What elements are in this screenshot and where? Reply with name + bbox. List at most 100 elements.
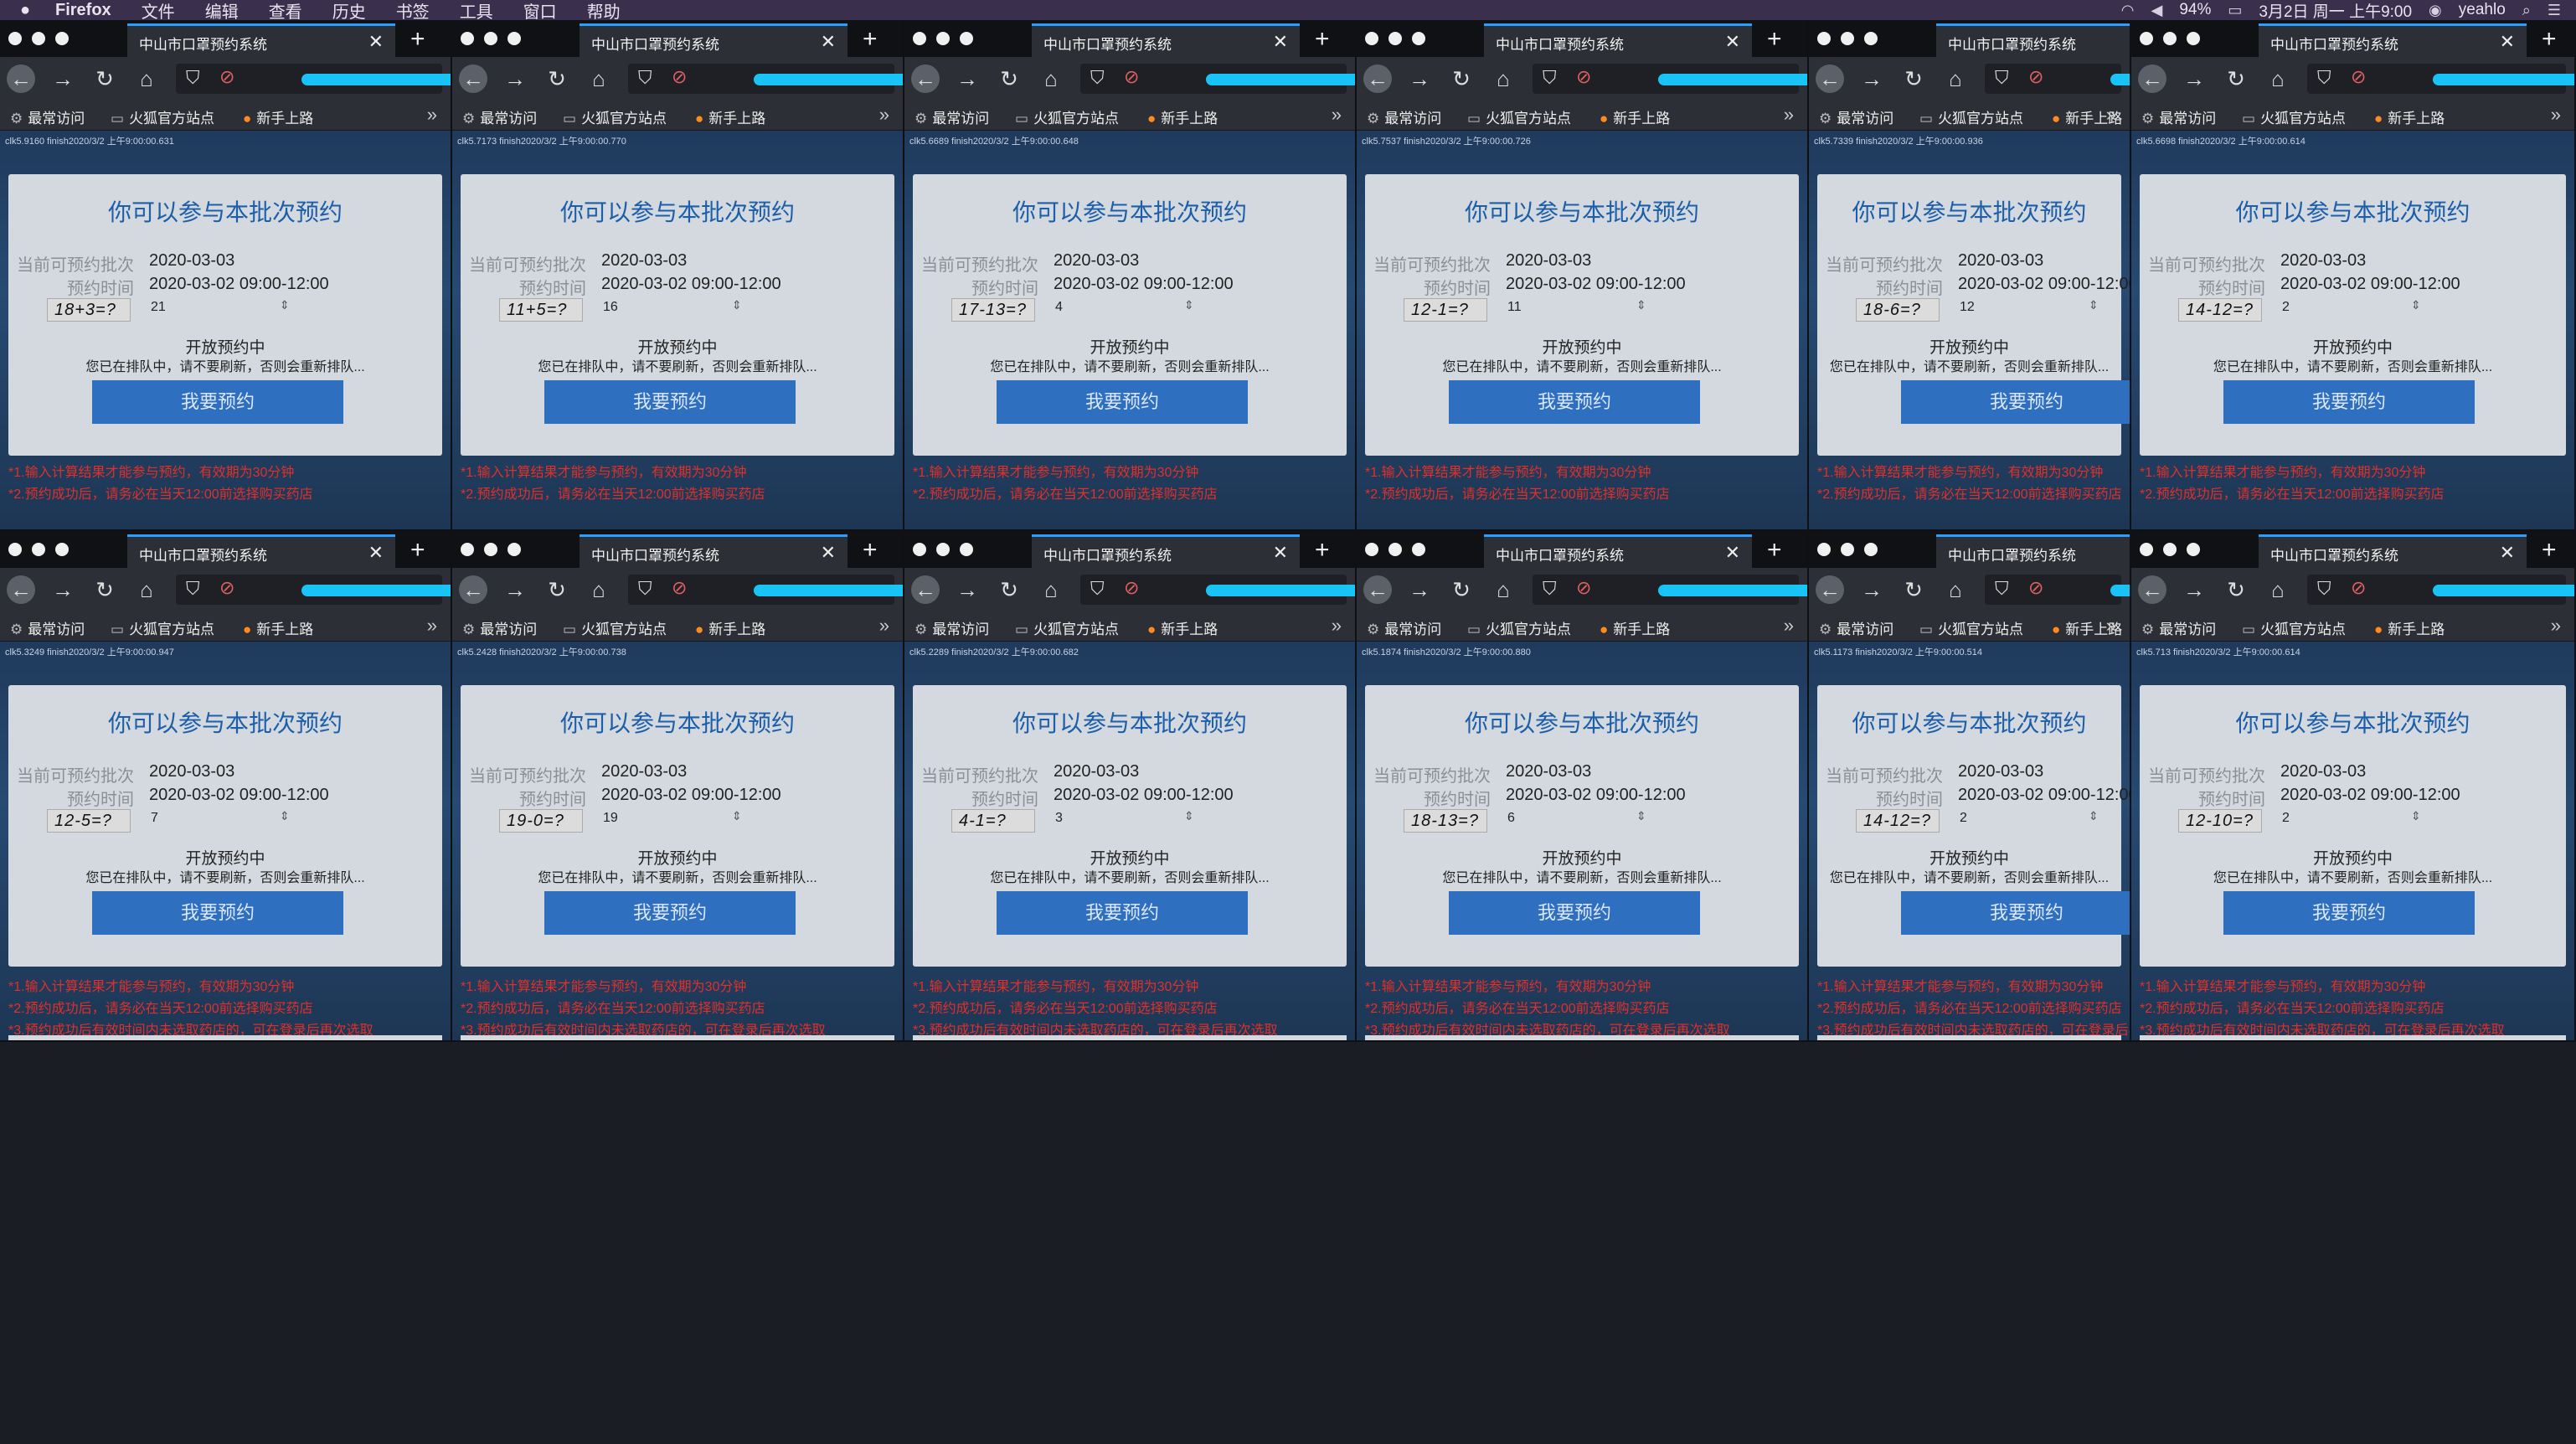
- reload-button[interactable]: ↻: [543, 64, 571, 93]
- reserve-button[interactable]: 我要预约: [1449, 891, 1700, 935]
- bookmark-most-visited[interactable]: ⚙ 最常访问: [914, 617, 989, 638]
- reserve-button[interactable]: 我要预约: [997, 380, 1248, 424]
- new-tab-button[interactable]: +: [410, 25, 425, 54]
- tab-active[interactable]: 中山市口罩预约系统✕: [1936, 23, 2130, 57]
- home-button[interactable]: ⌂: [1489, 575, 1517, 604]
- back-button[interactable]: ←: [7, 64, 35, 93]
- zoom-window-icon[interactable]: [55, 543, 69, 556]
- bookmark-most-visited[interactable]: ⚙ 最常访问: [10, 617, 85, 638]
- menu-help[interactable]: 帮助: [572, 0, 636, 23]
- menu-history[interactable]: 历史: [317, 0, 381, 23]
- bookmark-getting-started[interactable]: ● 新手上路: [1600, 617, 1670, 638]
- back-button[interactable]: ←: [459, 64, 487, 93]
- zoom-window-icon[interactable]: [960, 32, 973, 45]
- bookmark-firefox-official[interactable]: ▭ 火狐官方站点: [1015, 617, 1119, 638]
- minimize-window-icon[interactable]: [32, 543, 45, 556]
- address-bar[interactable]: ⛉ ⊘: [628, 64, 903, 94]
- bookmark-firefox-official[interactable]: ▭ 火狐官方站点: [111, 617, 214, 638]
- reserve-button[interactable]: 我要预约: [1901, 380, 2130, 424]
- forward-button[interactable]: →: [1405, 64, 1434, 93]
- new-tab-button[interactable]: +: [2542, 25, 2557, 54]
- back-button[interactable]: ←: [1363, 64, 1392, 93]
- bookmark-firefox-official[interactable]: ▭ 火狐官方站点: [1919, 106, 2023, 127]
- tracking-shield-icon[interactable]: ⛉: [1995, 67, 2009, 89]
- tab-active[interactable]: 中山市口罩预约系统✕: [1484, 534, 1752, 568]
- bookmark-getting-started[interactable]: ● 新手上路: [243, 106, 313, 127]
- bookmark-most-visited[interactable]: ⚙ 最常访问: [2141, 617, 2216, 638]
- home-button[interactable]: ⌂: [1037, 64, 1065, 93]
- tab-close-icon[interactable]: ✕: [1273, 542, 1288, 564]
- back-button[interactable]: ←: [2138, 64, 2166, 93]
- battery-icon[interactable]: ▭: [2228, 2, 2242, 19]
- captcha-answer-input[interactable]: 16: [603, 300, 618, 315]
- reload-button[interactable]: ↻: [995, 575, 1023, 604]
- back-button[interactable]: ←: [2138, 575, 2166, 604]
- home-button[interactable]: ⌂: [585, 64, 613, 93]
- permission-blocked-icon[interactable]: ⊘: [2351, 66, 2366, 88]
- menu-file[interactable]: 文件: [126, 0, 190, 23]
- bookmark-firefox-official[interactable]: ▭ 火狐官方站点: [563, 106, 667, 127]
- new-tab-button[interactable]: +: [1767, 536, 1782, 565]
- bookmarks-overflow-icon[interactable]: »: [427, 615, 437, 637]
- bookmarks-overflow-icon[interactable]: »: [2106, 615, 2116, 637]
- forward-button[interactable]: →: [1405, 575, 1434, 604]
- bookmark-getting-started[interactable]: ● 新手上路: [243, 617, 313, 638]
- close-window-icon[interactable]: [8, 32, 22, 45]
- captcha-answer-input[interactable]: 2: [2282, 300, 2290, 315]
- address-bar[interactable]: ⛉ ⊘: [1533, 64, 1807, 94]
- permission-blocked-icon[interactable]: ⊘: [672, 577, 687, 599]
- back-button[interactable]: ←: [7, 575, 35, 604]
- reserve-button[interactable]: 我要预约: [92, 891, 343, 935]
- volume-icon[interactable]: ◀: [2151, 2, 2162, 19]
- stepper-icon[interactable]: ⇕: [732, 298, 742, 312]
- address-bar[interactable]: ⛉ ⊘: [1080, 64, 1355, 94]
- zoom-window-icon[interactable]: [1412, 32, 1425, 45]
- tracking-shield-icon[interactable]: ⛉: [638, 67, 652, 89]
- new-tab-button[interactable]: +: [1767, 25, 1782, 54]
- minimize-window-icon[interactable]: [1841, 543, 1854, 556]
- reload-button[interactable]: ↻: [90, 64, 119, 93]
- tab-active[interactable]: 中山市口罩预约系统✕: [580, 534, 848, 568]
- bookmarks-overflow-icon[interactable]: »: [1784, 615, 1794, 637]
- tab-active[interactable]: 中山市口罩预约系统✕: [127, 534, 395, 568]
- user-icon[interactable]: ◉: [2429, 2, 2442, 19]
- menu-view[interactable]: 查看: [254, 0, 317, 23]
- menu-tools[interactable]: 工具: [445, 0, 508, 23]
- reserve-button[interactable]: 我要预约: [544, 891, 796, 935]
- reserve-button[interactable]: 我要预约: [2223, 380, 2475, 424]
- menu-firefox[interactable]: Firefox: [40, 1, 126, 20]
- close-window-icon[interactable]: [1817, 543, 1831, 556]
- bookmark-getting-started[interactable]: ● 新手上路: [1600, 106, 1670, 127]
- bookmarks-overflow-icon[interactable]: »: [2106, 104, 2116, 126]
- bookmark-firefox-official[interactable]: ▭ 火狐官方站点: [111, 106, 214, 127]
- reload-button[interactable]: ↻: [1899, 575, 1928, 604]
- home-button[interactable]: ⌂: [132, 575, 161, 604]
- bookmarks-overflow-icon[interactable]: »: [1332, 615, 1342, 637]
- close-window-icon[interactable]: [1365, 32, 1378, 45]
- bookmarks-overflow-icon[interactable]: »: [2551, 615, 2561, 637]
- stepper-icon[interactable]: ⇕: [1184, 809, 1194, 823]
- tracking-shield-icon[interactable]: ⛉: [1543, 67, 1557, 89]
- forward-button[interactable]: →: [49, 575, 77, 604]
- tab-close-icon[interactable]: ✕: [368, 31, 384, 53]
- menu-window[interactable]: 窗口: [508, 0, 572, 23]
- captcha-answer-input[interactable]: 12: [1960, 300, 1975, 315]
- bookmark-firefox-official[interactable]: ▭ 火狐官方站点: [1467, 106, 1571, 127]
- forward-button[interactable]: →: [2180, 575, 2208, 604]
- permission-blocked-icon[interactable]: ⊘: [2028, 66, 2043, 88]
- tracking-shield-icon[interactable]: ⛉: [2317, 67, 2331, 89]
- minimize-window-icon[interactable]: [936, 32, 950, 45]
- zoom-window-icon[interactable]: [507, 32, 521, 45]
- forward-button[interactable]: →: [49, 64, 77, 93]
- permission-blocked-icon[interactable]: ⊘: [219, 577, 234, 599]
- captcha-answer-input[interactable]: 2: [2282, 811, 2290, 826]
- battery-percent[interactable]: 94%: [2179, 1, 2211, 19]
- control-center-icon[interactable]: ☰: [2548, 2, 2561, 19]
- captcha-answer-input[interactable]: 19: [603, 811, 618, 826]
- minimize-window-icon[interactable]: [1388, 32, 1402, 45]
- bookmark-firefox-official[interactable]: ▭ 火狐官方站点: [2242, 106, 2346, 127]
- bookmark-getting-started[interactable]: ● 新手上路: [2374, 617, 2445, 638]
- reload-button[interactable]: ↻: [90, 575, 119, 604]
- new-tab-button[interactable]: +: [1315, 25, 1330, 54]
- tab-close-icon[interactable]: ✕: [821, 31, 836, 53]
